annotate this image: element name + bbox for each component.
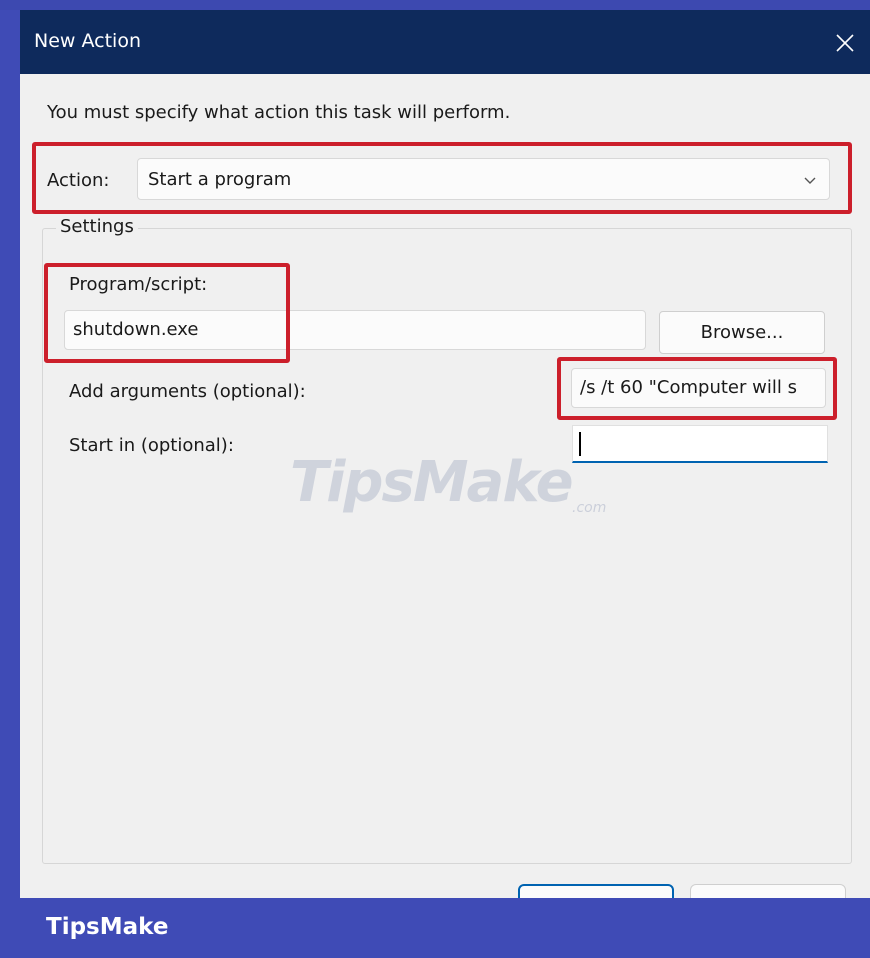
title-bar: New Action bbox=[20, 10, 870, 74]
footer-brand: TipsMake bbox=[46, 914, 169, 940]
window-title: New Action bbox=[34, 30, 141, 52]
close-icon bbox=[836, 34, 854, 52]
start-in-label: Start in (optional): bbox=[69, 435, 234, 456]
add-arguments-label: Add arguments (optional): bbox=[69, 381, 306, 402]
action-label: Action: bbox=[47, 170, 110, 191]
action-dropdown[interactable]: Start a program bbox=[137, 158, 830, 200]
instruction-text: You must specify what action this task w… bbox=[47, 102, 511, 123]
watermark-logo: TipsMake bbox=[290, 450, 574, 515]
start-in-input[interactable] bbox=[572, 425, 828, 463]
close-button[interactable] bbox=[828, 26, 862, 60]
brand-footer: TipsMake bbox=[0, 898, 870, 958]
ok-button[interactable] bbox=[518, 884, 674, 898]
new-action-dialog: New Action You must specify what action … bbox=[20, 10, 870, 898]
browse-button[interactable]: Browse... bbox=[659, 311, 825, 354]
settings-legend: Settings bbox=[56, 216, 138, 237]
text-caret bbox=[579, 432, 581, 456]
program-script-input[interactable]: shutdown.exe bbox=[64, 310, 646, 350]
add-arguments-input[interactable]: /s /t 60 "Computer will s bbox=[571, 368, 826, 408]
action-selected-value: Start a program bbox=[148, 169, 292, 190]
frame-top-border bbox=[0, 0, 870, 10]
watermark-suffix: .com bbox=[572, 500, 607, 516]
cancel-button[interactable] bbox=[690, 884, 846, 898]
chevron-down-icon bbox=[804, 177, 816, 184]
program-script-label: Program/script: bbox=[69, 274, 208, 295]
